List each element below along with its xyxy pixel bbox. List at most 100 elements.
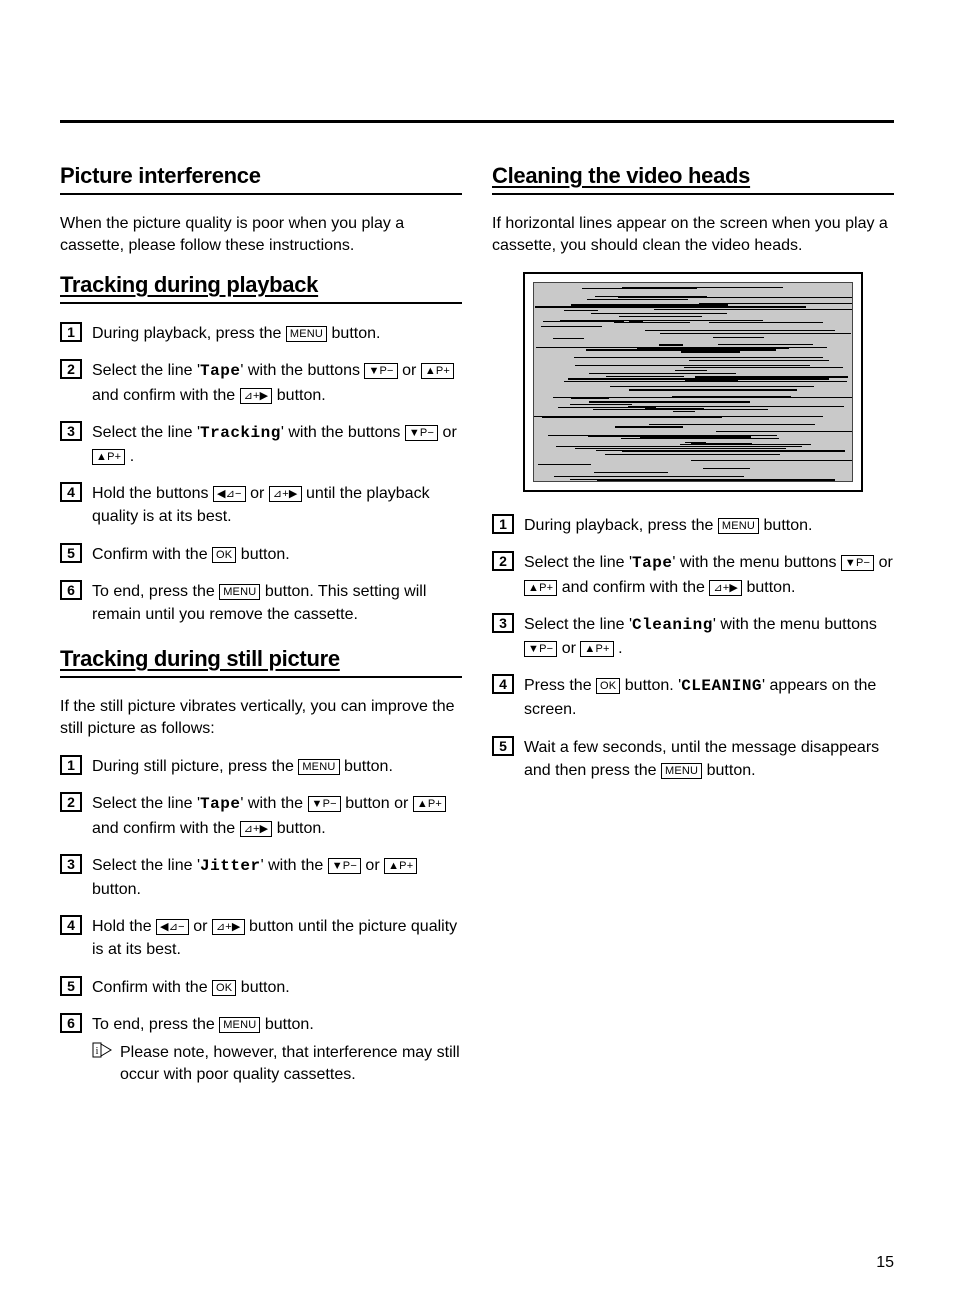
step-text: and confirm with the <box>92 820 240 837</box>
p-up-button-icon: ▲P+ <box>92 449 125 465</box>
step-text: ' with the menu buttons <box>672 554 840 571</box>
left-minus-button-icon: ◀⊿− <box>213 486 246 502</box>
step-number: 1 <box>60 322 82 342</box>
step-number: 2 <box>60 792 82 812</box>
step-text: Select the line ' <box>524 616 632 633</box>
step-text: Select the line ' <box>92 857 200 874</box>
p-down-button-icon: ▼P− <box>364 363 397 379</box>
step-text: or <box>438 424 457 441</box>
step-row: 6 To end, press the MENU button. <box>60 1013 462 1036</box>
step-text: button. ' <box>620 677 681 694</box>
step-number: 1 <box>60 755 82 775</box>
note-row: i Please note, however, that interferenc… <box>92 1042 462 1087</box>
step-text: ' with the <box>261 857 328 874</box>
step-row: 4 Hold the ◀⊿− or ⊿+▶ button until the p… <box>60 915 462 961</box>
screen-text-cleaning: CLEANING <box>681 677 762 695</box>
svg-text:i: i <box>96 1046 99 1057</box>
step-text: button. <box>272 387 325 404</box>
menu-button-icon: MENU <box>661 763 702 779</box>
step-number: 3 <box>492 613 514 633</box>
step-number: 5 <box>60 543 82 563</box>
intro-paragraph: If the still picture vibrates vertically… <box>60 696 462 739</box>
step-row: 5 Confirm with the OK button. <box>60 543 462 566</box>
heading-tracking-playback: Tracking during playback <box>60 272 462 298</box>
right-plus-button-icon: ⊿+▶ <box>709 580 742 596</box>
step-text: button. <box>340 758 393 775</box>
heading-rule <box>492 193 894 195</box>
step-text: Select the line ' <box>92 424 200 441</box>
p-down-button-icon: ▼P− <box>328 858 361 874</box>
step-text: or <box>398 362 421 379</box>
info-arrow-icon: i <box>92 1042 112 1060</box>
intro-paragraph: If horizontal lines appear on the screen… <box>492 213 894 256</box>
step-text: Confirm with the <box>92 546 212 563</box>
step-number: 1 <box>492 514 514 534</box>
menu-item-tape: Tape <box>632 554 672 572</box>
right-column: Cleaning the video heads If horizontal l… <box>492 163 894 1087</box>
step-row: 4 Press the OK button. 'CLEANING' appear… <box>492 674 894 721</box>
step-text: or <box>874 554 893 571</box>
step-number: 5 <box>60 976 82 996</box>
top-divider <box>60 120 894 123</box>
step-text: button. <box>272 820 325 837</box>
step-text: button. <box>260 1016 313 1033</box>
step-text: ' with the buttons <box>281 424 405 441</box>
heading-rule <box>60 676 462 678</box>
step-text: button. <box>92 881 141 898</box>
step-text: . <box>125 448 134 465</box>
right-plus-button-icon: ⊿+▶ <box>240 821 273 837</box>
step-text: Select the line ' <box>92 795 200 812</box>
menu-button-icon: MENU <box>219 584 260 600</box>
step-row: 4 Hold the buttons ◀⊿− or ⊿+▶ until the … <box>60 482 462 528</box>
menu-item-tracking: Tracking <box>200 424 281 442</box>
step-row: 5 Wait a few seconds, until the message … <box>492 736 894 782</box>
ok-button-icon: OK <box>212 980 236 996</box>
menu-item-jitter: Jitter <box>200 857 261 875</box>
p-up-button-icon: ▲P+ <box>421 363 454 379</box>
menu-button-icon: MENU <box>286 326 327 342</box>
right-plus-button-icon: ⊿+▶ <box>269 486 302 502</box>
step-text: and confirm with the <box>557 579 709 596</box>
step-number: 6 <box>60 580 82 600</box>
step-row: 6 To end, press the MENU button. This se… <box>60 580 462 626</box>
step-row: 1 During still picture, press the MENU b… <box>60 755 462 778</box>
step-text: button. <box>742 579 795 596</box>
p-down-button-icon: ▼P− <box>524 641 557 657</box>
step-text: Hold the <box>92 918 156 935</box>
menu-button-icon: MENU <box>298 759 339 775</box>
step-row: 1 During playback, press the MENU button… <box>60 322 462 345</box>
step-text: ' with the menu buttons <box>713 616 877 633</box>
note-text: Please note, however, that interference … <box>120 1042 462 1087</box>
step-text: button. <box>327 325 380 342</box>
left-column: Picture interference When the picture qu… <box>60 163 462 1087</box>
step-text: button. <box>759 517 812 534</box>
step-text: button. <box>702 762 755 779</box>
step-row: 1 During playback, press the MENU button… <box>492 514 894 537</box>
intro-paragraph: When the picture quality is poor when yo… <box>60 213 462 256</box>
step-text: During playback, press the <box>92 325 286 342</box>
step-text: button or <box>341 795 413 812</box>
step-number: 4 <box>60 482 82 502</box>
step-text: button. <box>236 979 289 996</box>
step-text: or <box>361 857 384 874</box>
step-row: 3 Select the line 'Cleaning' with the me… <box>492 613 894 660</box>
step-number: 4 <box>60 915 82 935</box>
heading-rule <box>60 302 462 304</box>
heading-cleaning-heads: Cleaning the video heads <box>492 163 894 189</box>
step-text: . <box>614 640 623 657</box>
menu-item-cleaning: Cleaning <box>632 616 713 634</box>
p-up-button-icon: ▲P+ <box>384 858 417 874</box>
step-text: ' with the buttons <box>240 362 364 379</box>
right-plus-button-icon: ⊿+▶ <box>240 388 273 404</box>
step-number: 5 <box>492 736 514 756</box>
step-text: Select the line ' <box>92 362 200 379</box>
step-row: 3 Select the line 'Tracking' with the bu… <box>60 421 462 468</box>
step-number: 2 <box>60 359 82 379</box>
heading-rule <box>60 193 462 195</box>
step-text: Hold the buttons <box>92 485 213 502</box>
p-up-button-icon: ▲P+ <box>524 580 557 596</box>
heading-tracking-still: Tracking during still picture <box>60 646 462 672</box>
step-number: 3 <box>60 421 82 441</box>
ok-button-icon: OK <box>212 547 236 563</box>
p-up-button-icon: ▲P+ <box>413 796 446 812</box>
